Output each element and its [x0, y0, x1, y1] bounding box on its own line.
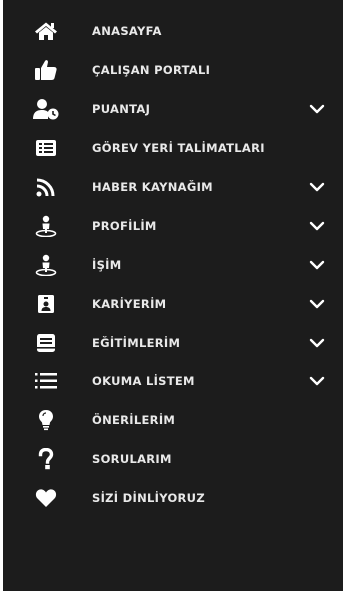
rss-icon [31, 175, 61, 199]
chevron-down-icon[interactable] [309, 220, 325, 232]
menu-item-label: SİZİ DİNLİYORUZ [92, 491, 205, 506]
person-pin-icon [31, 253, 61, 277]
menu-item-kariyerim[interactable]: KARİYERİM [3, 284, 343, 323]
chevron-down-icon[interactable] [309, 181, 325, 193]
chevron-down-icon[interactable] [309, 337, 325, 349]
menu-item-sorularim[interactable]: SORULARIM [3, 440, 343, 479]
heart-icon [31, 486, 61, 510]
menu-item-label: HABER KAYNAĞIM [92, 180, 213, 194]
menu-item-calisan-portali[interactable]: ÇALIŞAN PORTALI [3, 51, 343, 90]
question-icon [31, 447, 61, 471]
menu-item-label: İŞİM [92, 257, 122, 272]
chevron-down-icon[interactable] [309, 259, 325, 271]
chevron-down-icon[interactable] [309, 375, 325, 387]
menu-item-label: EĞİTİMLERİM [92, 335, 181, 350]
menu-item-label: GÖREV YERİ TALİMATLARI [92, 141, 265, 156]
menu-item-okuma-listem[interactable]: OKUMA LİSTEM [3, 362, 343, 401]
menu-item-isim[interactable]: İŞİM [3, 245, 343, 284]
book-icon [31, 331, 61, 355]
menu-item-puantaj[interactable]: PUANTAJ [3, 90, 343, 129]
lightbulb-icon [31, 408, 61, 432]
side-menu: ANASAYFA ÇALIŞAN PORTALI PUANTAJ GÖREV Y… [3, 0, 343, 591]
list-icon [31, 369, 61, 393]
thumbs-up-icon [31, 58, 61, 82]
menu-item-label: OKUMA LİSTEM [92, 374, 195, 389]
menu-item-label: KARİYERİM [92, 296, 167, 311]
chevron-down-icon[interactable] [309, 103, 325, 115]
menu-item-egitimlerim[interactable]: EĞİTİMLERİM [3, 323, 343, 362]
chevron-down-icon[interactable] [309, 298, 325, 310]
menu-item-onerilerim[interactable]: ÖNERİLERİM [3, 401, 343, 440]
home-icon [31, 19, 61, 43]
menu-item-label: ÖNERİLERİM [92, 413, 176, 428]
menu-item-profilim[interactable]: PROFİLİM [3, 206, 343, 245]
menu-item-label: PROFİLİM [92, 218, 157, 233]
person-pin-icon [31, 214, 61, 238]
menu-item-label: PUANTAJ [92, 102, 151, 117]
menu-item-anasayfa[interactable]: ANASAYFA [3, 12, 343, 51]
menu-item-gorev-yeri-talimatlari[interactable]: GÖREV YERİ TALİMATLARI [3, 129, 343, 168]
menu-item-sizi-dinliyoruz[interactable]: SİZİ DİNLİYORUZ [3, 479, 343, 518]
menu-item-label: ANASAYFA [92, 24, 162, 39]
menu-item-label: SORULARIM [92, 452, 172, 467]
user-clock-icon [31, 97, 61, 121]
menu-item-haber-kaynagim[interactable]: HABER KAYNAĞIM [3, 168, 343, 207]
list-card-icon [31, 136, 61, 160]
menu-item-label: ÇALIŞAN PORTALI [92, 63, 211, 78]
id-badge-icon [31, 292, 61, 316]
